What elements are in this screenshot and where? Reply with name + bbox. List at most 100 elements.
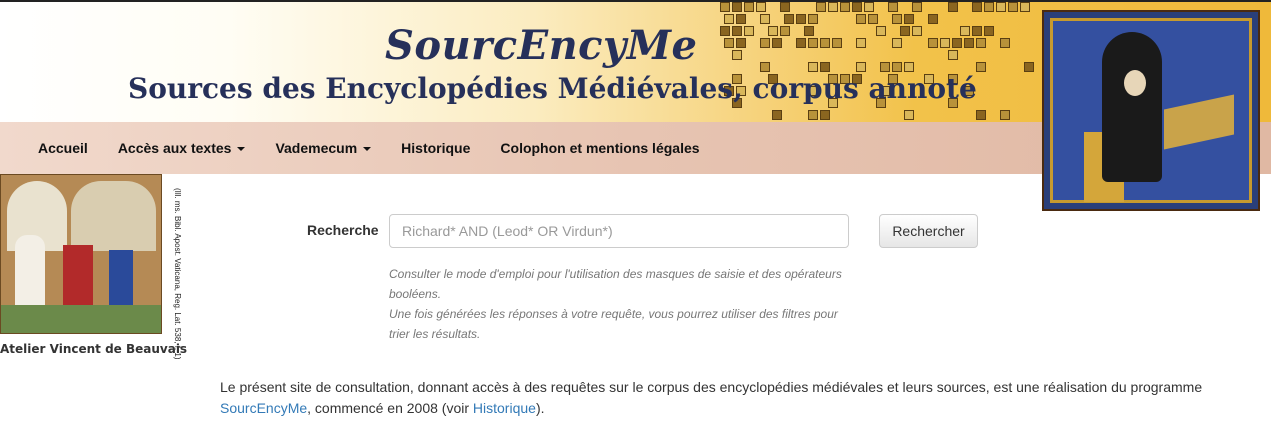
mosaic-tile <box>892 14 902 24</box>
mosaic-tile <box>948 50 958 60</box>
illustration-caption-text: (Ill. ms. Bibl. Apost. Vaticana, Reg. La… <box>173 188 182 360</box>
mosaic-tile <box>1000 110 1010 120</box>
mosaic-tile <box>840 2 850 12</box>
manuscript-illustration <box>0 174 162 334</box>
illumination-figure <box>1102 32 1162 182</box>
mosaic-tile <box>808 110 818 120</box>
mosaic-tile <box>832 38 842 48</box>
mosaic-tile <box>736 38 746 48</box>
mosaic-tile <box>720 26 730 36</box>
mosaic-tile <box>828 2 838 12</box>
search-help: Consulter le mode d'emploi pour l'utilis… <box>389 264 849 344</box>
nav-item-vademecum[interactable]: Vademecum <box>275 122 372 174</box>
mosaic-tile <box>816 2 826 12</box>
mosaic-tile <box>768 26 778 36</box>
mosaic-tile <box>1020 2 1030 12</box>
mosaic-tile <box>820 38 830 48</box>
mosaic-tile <box>952 38 962 48</box>
mosaic-tile <box>724 14 734 24</box>
mosaic-tile <box>892 38 902 48</box>
intro-paragraph: Le présent site de consultation, donnant… <box>220 377 1220 419</box>
nav-label: Accès aux textes <box>117 140 232 156</box>
mosaic-tile <box>736 14 746 24</box>
mosaic-tile <box>780 26 790 36</box>
search-help-line-1: Consulter le mode d'emploi pour l'utilis… <box>389 267 842 301</box>
illustration-floor <box>1 305 161 333</box>
illuminated-letter-image <box>1042 10 1260 211</box>
search-help-line-2: Une fois générées les réponses à votre r… <box>389 307 838 341</box>
mosaic-tile <box>880 62 890 72</box>
mosaic-tile <box>732 50 742 60</box>
mosaic-tile <box>904 14 914 24</box>
mosaic-tile <box>912 2 922 12</box>
mosaic-tile <box>1024 62 1034 72</box>
search-button[interactable]: Rechercher <box>879 214 978 248</box>
mosaic-tile <box>724 38 734 48</box>
mosaic-tile <box>940 38 950 48</box>
nav-item-colophon[interactable]: Colophon et mentions légales <box>500 122 699 174</box>
nav-item-historique[interactable]: Historique <box>401 122 470 174</box>
search-label: Recherche <box>307 222 379 238</box>
site-subtitle: Sources des Encyclopédies Médiévales, co… <box>128 72 977 105</box>
intro-text: , commencé en 2008 (voir <box>307 400 473 416</box>
mosaic-tile <box>904 110 914 120</box>
mosaic-tile <box>964 38 974 48</box>
mosaic-tile <box>888 2 898 12</box>
mosaic-tile <box>1000 38 1010 48</box>
mosaic-tile <box>772 110 782 120</box>
illustration-caption: (Ill. ms. Bibl. Apost. Vaticana, Reg. La… <box>168 188 192 360</box>
mosaic-tile <box>780 2 790 12</box>
site-title[interactable]: SourcEncyMe <box>385 22 697 69</box>
mosaic-tile <box>856 38 866 48</box>
mosaic-tile <box>808 14 818 24</box>
intro-text: ). <box>535 400 545 416</box>
search-input[interactable] <box>389 214 849 248</box>
mosaic-tile <box>892 62 902 72</box>
banner-top-line <box>0 0 1271 2</box>
mosaic-tile <box>900 26 910 36</box>
mosaic-tile <box>976 38 986 48</box>
mosaic-tile <box>744 2 754 12</box>
nav-label: Accueil <box>38 140 88 156</box>
mosaic-tile <box>808 62 818 72</box>
intro-text: Le présent site de consultation, donnant… <box>220 379 1203 395</box>
nav-label: Colophon et mentions légales <box>500 140 700 156</box>
mosaic-tile <box>876 26 886 36</box>
mosaic-tile <box>976 110 986 120</box>
mosaic-tile <box>912 26 922 36</box>
caret-down-icon <box>237 147 246 152</box>
mosaic-tile <box>1008 2 1018 12</box>
mosaic-tile <box>960 26 970 36</box>
mosaic-tile <box>820 110 830 120</box>
sourcencyme-link[interactable]: SourcEncyMe <box>220 400 307 416</box>
mosaic-tile <box>864 2 874 12</box>
mosaic-tile <box>972 2 982 12</box>
atelier-label: Atelier Vincent de Beauvais <box>0 342 188 356</box>
illustration-figure <box>15 235 45 305</box>
illustration-figure <box>109 250 133 310</box>
caret-down-icon <box>363 147 372 152</box>
mosaic-tile <box>732 2 742 12</box>
mosaic-tile <box>760 14 770 24</box>
illustration-arch <box>71 181 156 251</box>
mosaic-tile <box>868 14 878 24</box>
nav-item-accueil[interactable]: Accueil <box>38 122 88 174</box>
mosaic-tile <box>796 14 806 24</box>
mosaic-tile <box>760 38 770 48</box>
mosaic-tile <box>976 62 986 72</box>
mosaic-tile <box>948 2 958 12</box>
mosaic-tile <box>856 14 866 24</box>
mosaic-tile <box>804 26 814 36</box>
mosaic-tile <box>856 62 866 72</box>
mosaic-tile <box>808 38 818 48</box>
mosaic-tile <box>928 14 938 24</box>
mosaic-tile <box>760 62 770 72</box>
mosaic-tile <box>732 26 742 36</box>
mosaic-tile <box>756 2 766 12</box>
mosaic-tile <box>744 26 754 36</box>
nav-item-acces-textes[interactable]: Accès aux textes <box>118 122 246 174</box>
historique-link[interactable]: Historique <box>473 400 536 416</box>
nav-label: Historique <box>401 140 471 156</box>
mosaic-tile <box>784 14 794 24</box>
illustration-figure <box>63 245 93 305</box>
